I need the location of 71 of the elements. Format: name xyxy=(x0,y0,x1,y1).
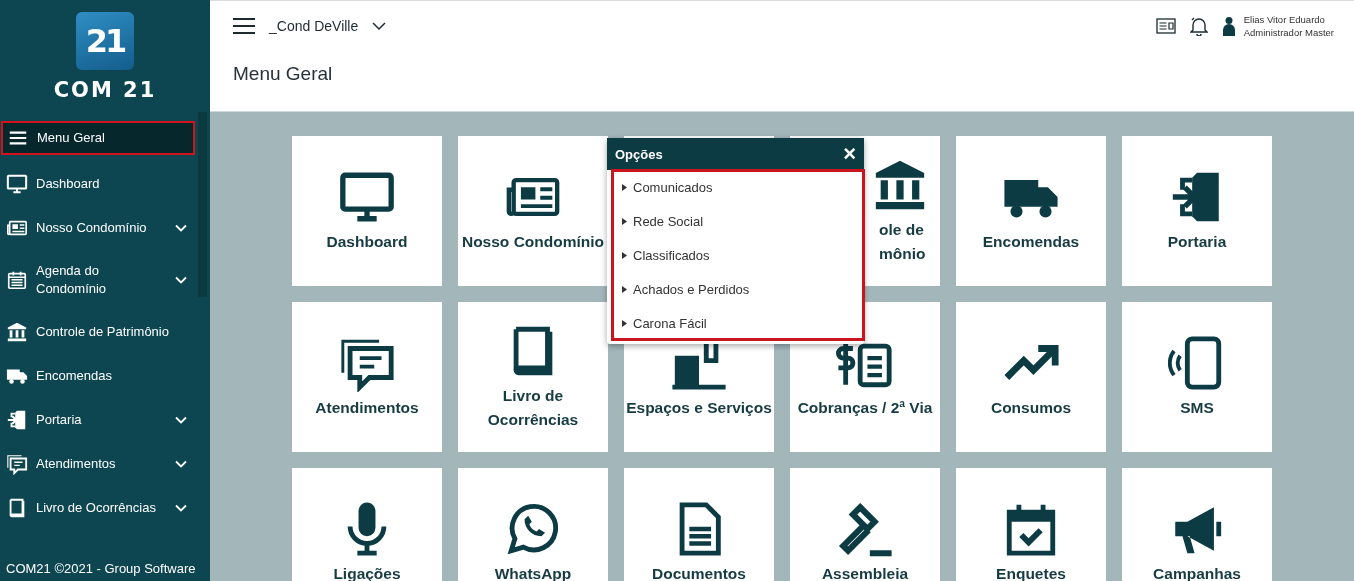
menu-tile[interactable]: Livro de Ocorrências xyxy=(458,302,608,452)
tile-label: SMS xyxy=(1180,398,1214,418)
calendar-icon xyxy=(6,269,28,291)
tile-label: Atendimentos xyxy=(315,398,419,418)
user-icon[interactable] xyxy=(1221,16,1236,36)
caret-right-icon xyxy=(622,251,627,259)
sidebar-item-label: Livro de Ocorrências xyxy=(36,499,157,517)
bank-icon xyxy=(6,321,28,343)
footer-text: COM21 ©2021 - Group Software xyxy=(5,561,197,578)
menu-tile[interactable]: Documentos xyxy=(624,468,774,581)
menu-tile[interactable]: SMS xyxy=(1122,302,1272,452)
brand-name: COM 21 xyxy=(53,78,157,102)
sidebar-item[interactable]: Atendimentos xyxy=(0,442,200,486)
logo-badge: 21 xyxy=(76,12,134,70)
tile-label: Portaria xyxy=(1167,232,1227,252)
page-title: Menu Geral xyxy=(233,63,334,85)
sidebar-item[interactable]: Menu Geral xyxy=(1,121,195,155)
tile-label: Nosso Condomínio xyxy=(461,232,605,252)
tile-label: ole de mônio xyxy=(879,220,927,264)
id-card-icon[interactable] xyxy=(1155,18,1176,34)
menu-tile[interactable]: Encomendas xyxy=(956,136,1106,286)
sidebar-item-label: Agenda do Condomínio xyxy=(36,262,108,298)
sidebar-item[interactable]: Nosso Condomínio xyxy=(0,206,200,250)
gavel-icon xyxy=(836,500,894,558)
caret-right-icon xyxy=(622,285,627,293)
tile-label: Assembleia xyxy=(821,564,909,581)
sidebar-item-label: Atendimentos xyxy=(36,455,117,473)
menu-tile[interactable]: Consumos xyxy=(956,302,1106,452)
tile-label: Encomendas xyxy=(982,232,1080,252)
tile-label: Documentos xyxy=(652,564,746,581)
sidebar-item[interactable]: Portaria xyxy=(0,398,200,442)
menu-tile[interactable]: Assembleia xyxy=(790,468,940,581)
sidebar-item[interactable]: Dashboard xyxy=(0,162,200,206)
sidebar-item[interactable]: Livro de Ocorrências xyxy=(0,486,200,530)
option-label: Classificados xyxy=(633,247,710,263)
sidebar-item[interactable]: Controle de Patrimônio xyxy=(0,310,200,354)
caret-right-icon xyxy=(622,183,627,191)
tile-label: Cobranças / 2ª Via xyxy=(797,398,933,418)
tile-label: Dashboard xyxy=(326,232,408,252)
sidebar-item-label: Portaria xyxy=(36,411,83,429)
caret-right-icon xyxy=(622,319,627,327)
sidebar-item-label: Nosso Condomínio xyxy=(36,219,148,237)
option-label: Carona Fácil xyxy=(633,315,707,331)
menu-icon[interactable] xyxy=(233,17,255,35)
option-label: Achados e Perdidos xyxy=(633,281,750,297)
chevron-down-icon[interactable] xyxy=(372,21,387,31)
sidebar-item[interactable]: Encomendas xyxy=(0,354,200,398)
tile-label: Espaços e Serviços xyxy=(626,398,772,418)
tile-label: Livro de Ocorrências xyxy=(486,386,580,430)
popup-title: Opções xyxy=(615,146,663,162)
menu-tile[interactable]: Atendimentos xyxy=(292,302,442,452)
sidebar-item-label: Dashboard xyxy=(36,175,101,193)
sidebar-item-label: Encomendas xyxy=(36,367,113,385)
sidebar-item[interactable]: Agenda do Condomínio xyxy=(0,250,200,310)
bell-icon[interactable] xyxy=(1189,16,1208,36)
chat-icon xyxy=(6,453,28,475)
menu-tile[interactable]: Nosso Condomínio xyxy=(458,136,608,286)
option-label: Rede Social xyxy=(633,213,704,229)
monitor-icon xyxy=(6,173,28,195)
user-name: Elias Vitor Eduardo xyxy=(1243,13,1326,26)
option-label: Comunicados xyxy=(633,179,713,195)
door-icon xyxy=(6,409,28,431)
sidebar-item-label: Menu Geral xyxy=(37,129,106,147)
menu-tile[interactable]: Portaria xyxy=(1122,136,1272,286)
sidebar-item-label: Controle de Patrimônio xyxy=(36,323,170,341)
close-button[interactable]: × xyxy=(843,143,856,165)
tile-label: Consumos xyxy=(990,398,1072,418)
user-role: Administrador Master xyxy=(1243,26,1334,39)
caret-right-icon xyxy=(622,217,627,225)
menu-tile[interactable]: Dashboard xyxy=(292,136,442,286)
condo-selector[interactable]: _Cond DeVille xyxy=(269,18,359,34)
